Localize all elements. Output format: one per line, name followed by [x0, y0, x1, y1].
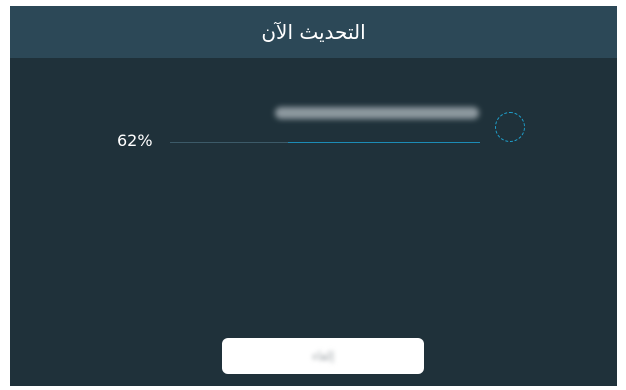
progress-percent: 62% — [117, 131, 153, 150]
cancel-button-label: إلغاء — [311, 349, 335, 363]
dialog-header: التحديث الآن — [10, 6, 617, 58]
update-dialog: التحديث الآن 62% إلغاء — [10, 6, 617, 386]
page-title: التحديث الآن — [261, 20, 366, 44]
status-message — [275, 107, 479, 119]
progress-bar-fill — [287, 142, 480, 143]
loading-spinner-icon — [495, 112, 525, 142]
progress-bar — [170, 142, 480, 143]
cancel-button[interactable]: إلغاء — [222, 338, 424, 374]
